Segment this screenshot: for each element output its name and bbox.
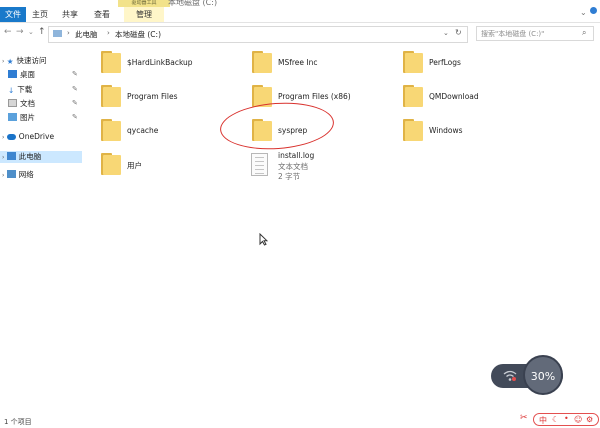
network-icon [6,170,16,178]
status-item-count: 1 个项目 [4,418,32,426]
sidebar-item-documents[interactable]: 文档 [8,98,35,110]
breadcrumb-drive-c[interactable]: 本地磁盘 (C:) [115,29,161,40]
recent-dropdown-icon[interactable]: ⌄ [28,28,34,36]
tab-home[interactable]: 主页 [30,7,50,22]
sidebar-item-label: 下载 [17,85,33,94]
sidebar-item-label: 文档 [20,99,35,108]
usage-percent-badge[interactable]: 30% [523,355,563,395]
mouse-cursor-icon [259,233,268,246]
up-icon[interactable]: ↑ [38,27,46,37]
folder-icon[interactable] [101,85,121,107]
sidebar-item-desktop[interactable]: 桌面 [8,69,35,81]
window-title: 本地磁盘 (C:) [168,0,218,7]
sidebar-item-label: 图片 [20,113,35,122]
folder-name[interactable]: Program Files [127,92,178,101]
scissors-icon[interactable]: ✂ [520,413,528,423]
folder-icon[interactable] [101,153,121,175]
wifi-icon [503,370,517,381]
sidebar-item-label: OneDrive [18,132,55,141]
chevron-right-icon: › [2,172,5,179]
settings-icon[interactable]: ⚙ [586,415,593,424]
chinese-input-icon[interactable]: 中 [539,415,547,426]
breadcrumb-this-pc[interactable]: 此电脑 [75,29,98,40]
emoji-icon[interactable]: ☺ [574,415,582,424]
help-icon[interactable] [590,7,597,14]
sidebar-item-pictures[interactable]: 图片 [8,112,35,124]
navigation-bar: ← → ⌄ ↑ › 此电脑 › 本地磁盘 (C:) ⌄ ↻ 搜索"本地磁盘 (C… [0,23,600,45]
sidebar-item-onedrive[interactable]: › OneDrive [2,131,54,143]
tray-toolbar: 中 ☾ • ☺ ⚙ [533,413,599,426]
context-tab-group: 驱动器工具 [118,0,170,7]
pin-icon[interactable]: ✎ [72,70,78,78]
sidebar-item-label: 桌面 [20,70,35,79]
chevron-right-icon: › [2,58,5,65]
folder-name[interactable]: PerfLogs [429,58,461,67]
star-icon: ★ [6,57,14,66]
annotation-circle [218,99,336,153]
breadcrumb-separator-icon: › [107,29,110,37]
chevron-right-icon: › [2,154,5,161]
computer-icon [6,152,16,160]
sidebar-item-quick-access[interactable]: › ★ 快速访问 [2,55,47,67]
text-file-icon[interactable] [251,153,268,176]
tab-share[interactable]: 共享 [60,7,80,22]
tab-file[interactable]: 文件 [0,7,26,22]
search-input[interactable]: 搜索"本地磁盘 (C:)" [476,26,594,41]
breadcrumb-separator-icon: › [67,29,70,37]
folder-icon[interactable] [403,85,423,107]
moon-icon[interactable]: ☾ [552,415,559,424]
sidebar-item-label: 网络 [18,170,34,179]
sidebar-item-this-pc[interactable]: › 此电脑 [2,151,41,163]
sidebar-item-downloads[interactable]: ↓ 下载 [8,84,32,96]
address-dropdown-icon[interactable]: ⌄ [443,29,449,37]
folder-name[interactable]: Program Files (x86) [278,92,351,101]
back-icon[interactable]: ← [4,27,12,37]
chevron-down-icon[interactable]: ⌄ [580,8,587,17]
pin-icon[interactable]: ✎ [72,99,78,107]
folder-icon[interactable] [403,51,423,73]
download-icon: ↓ [8,86,15,95]
tab-view[interactable]: 查看 [92,7,112,22]
desktop-icon [8,70,17,78]
folder-icon[interactable] [403,119,423,141]
sidebar-item-label: 快速访问 [16,56,47,65]
search-icon[interactable]: ⌕ [582,28,586,38]
document-icon [8,99,17,107]
forward-icon[interactable]: → [16,27,24,37]
folder-name[interactable]: MSfree Inc [278,58,318,67]
folder-name[interactable]: QMDownload [429,92,479,101]
drive-icon [53,30,62,37]
pin-icon[interactable]: ✎ [72,113,78,121]
folder-icon[interactable] [252,51,272,73]
folder-icon[interactable] [101,119,121,141]
pin-icon[interactable]: ✎ [72,85,78,93]
sidebar-item-network[interactable]: › 网络 [2,169,34,181]
refresh-icon[interactable]: ↻ [455,28,462,37]
dot-icon[interactable]: • [564,414,569,423]
folder-name[interactable]: 用户 [127,160,142,171]
folder-name[interactable]: $HardLinkBackup [127,58,193,67]
folder-icon[interactable] [101,51,121,73]
file-size: 2 字节 [278,172,301,181]
address-bar[interactable]: › 此电脑 › 本地磁盘 (C:) ⌄ ↻ [48,26,468,43]
file-name[interactable]: install.log [278,151,314,160]
sidebar-item-label: 此电脑 [18,152,42,161]
picture-icon [8,113,17,121]
folder-name[interactable]: qycache [127,126,158,135]
folder-name[interactable]: Windows [429,126,462,135]
chevron-right-icon: › [2,134,5,141]
tab-manage[interactable]: 管理 [124,7,164,22]
ribbon: 驱动器工具 本地磁盘 (C:) 文件 主页 共享 查看 管理 ⌄ [0,0,600,23]
cloud-icon [6,134,16,140]
